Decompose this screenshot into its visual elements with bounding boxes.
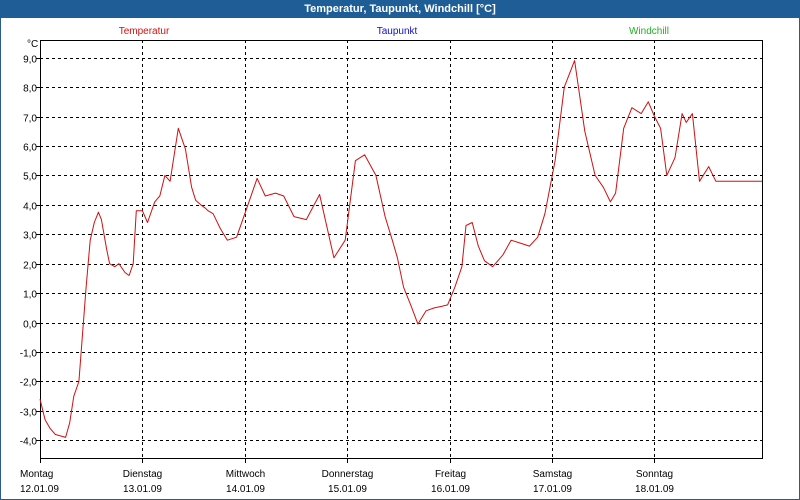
x-tick-date-label: 14.01.09	[226, 484, 265, 495]
x-tick-day-label: Freitag	[435, 469, 466, 480]
x-tick-date-label: 12.01.09	[20, 484, 59, 495]
y-tick-label: -3,0	[20, 408, 38, 419]
x-tick-day-label: Sonntag	[636, 469, 673, 480]
y-tick-label: -1,0	[20, 349, 38, 360]
y-tick-label: 8,0	[23, 84, 37, 95]
x-tick-day-label: Mittwoch	[226, 469, 265, 480]
temperature-chart: 9,0 8,0 7,0 6,0 5,0 4,0 3,0 2,0 1,0 0,0 -1,0 -2,0 -3…	[20, 40, 763, 495]
y-tick-label: 6,0	[23, 143, 37, 154]
y-tick-label: 4,0	[23, 202, 37, 213]
y-tick-label: 7,0	[23, 114, 37, 125]
y-tick-labels: 9,0 8,0 7,0 6,0 5,0 4,0 3,0 2,0 1,0 0,0 -1,0 -2,0 -3…	[20, 55, 40, 448]
x-tick-day-label: Montag	[20, 469, 53, 480]
y-tick-label: -2,0	[20, 378, 38, 389]
x-tick-date-label: 13.01.09	[123, 484, 162, 495]
x-tick-date-label: 18.01.09	[635, 484, 674, 495]
chart-grid	[40, 40, 762, 458]
y-tick-label: 9,0	[23, 55, 37, 66]
x-tick-labels: Montag 12.01.09 Dienstag 13.01.09 Mittwoch 14…	[20, 458, 674, 495]
x-tick-date-label: 17.01.09	[533, 484, 572, 495]
x-tick-date-label: 16.01.09	[431, 484, 470, 495]
y-tick-label: 3,0	[23, 231, 37, 242]
y-tick-label: 5,0	[23, 172, 37, 183]
y-tick-label: 1,0	[23, 290, 37, 301]
y-tick-label: 0,0	[23, 320, 37, 331]
y-tick-label: 2,0	[23, 261, 37, 272]
x-tick-date-label: 15.01.09	[328, 484, 367, 495]
x-tick-day-label: Donnerstag	[322, 469, 374, 480]
x-tick-day-label: Dienstag	[123, 469, 162, 480]
x-tick-day-label: Samstag	[533, 469, 572, 480]
y-tick-label: -4,0	[20, 437, 38, 448]
